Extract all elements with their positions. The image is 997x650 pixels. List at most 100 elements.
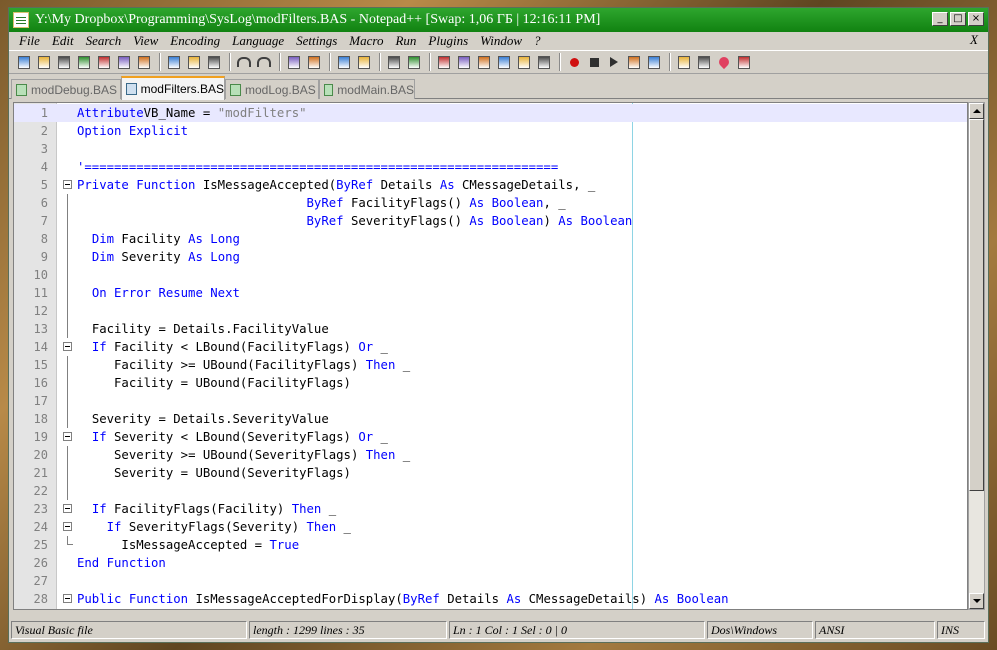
save-icon[interactable] [55, 53, 73, 71]
code-line[interactable]: 28 Public Function IsMessageAcceptedForDi… [14, 590, 967, 608]
code-line[interactable]: 19 If Severity < LBound(SeverityFlags) O… [14, 428, 967, 446]
paste-icon[interactable] [205, 53, 223, 71]
status-insert-mode[interactable]: INS [937, 621, 985, 639]
menu-window[interactable]: Window [474, 33, 528, 49]
find-icon[interactable] [285, 53, 303, 71]
sync-h-icon[interactable] [405, 53, 423, 71]
code-editor[interactable]: 1 AttributeVB_Name = "modFilters" 2 Option … [13, 102, 968, 610]
sync-v-icon[interactable] [385, 53, 403, 71]
menu-file[interactable]: File [9, 33, 46, 49]
code-line[interactable]: 20 Severity >= UBound(SeverityFlags) The… [14, 446, 967, 464]
fold-toggle-minus-icon[interactable] [63, 522, 72, 531]
fold-toggle-minus-icon[interactable] [63, 180, 72, 189]
status-encoding[interactable]: ANSI [815, 621, 935, 639]
redo-icon[interactable] [255, 53, 273, 71]
status-eol-format[interactable]: Dos\Windows [707, 621, 813, 639]
code-text: If Facility < LBound(FacilityFlags) Or _ [77, 338, 388, 356]
menu-encoding[interactable]: Encoding [164, 33, 226, 49]
menu-edit[interactable]: Edit [46, 33, 80, 49]
code-line[interactable]: 24 If SeverityFlags(Severity) Then _ [14, 518, 967, 536]
copy-icon[interactable] [185, 53, 203, 71]
code-line[interactable]: 1 AttributeVB_Name = "modFilters" [14, 104, 967, 122]
code-line[interactable]: 15 Facility >= UBound(FacilityFlags) The… [14, 356, 967, 374]
menu-macro[interactable]: Macro [343, 33, 389, 49]
indent-guide-icon[interactable] [475, 53, 493, 71]
fold-toggle-minus-icon[interactable] [63, 504, 72, 513]
fold-toggle-minus-icon[interactable] [63, 594, 72, 603]
menu-run[interactable]: Run [389, 33, 422, 49]
user-lang-icon[interactable] [495, 53, 513, 71]
menu-help[interactable]: ? [528, 33, 547, 49]
code-line[interactable]: 10 [14, 266, 967, 284]
plugin-icon[interactable] [735, 53, 753, 71]
replace-icon[interactable] [305, 53, 323, 71]
save-all-icon[interactable] [75, 53, 93, 71]
code-line[interactable]: 26 End Function [14, 554, 967, 572]
fold-guide [67, 284, 68, 302]
show-all-chars-icon[interactable] [455, 53, 473, 71]
code-line[interactable]: 21 Severity = UBound(SeverityFlags) [14, 464, 967, 482]
code-token: Facility < LBound(FacilityFlags) [106, 340, 359, 354]
code-line[interactable]: 14 If Facility < LBound(FacilityFlags) O… [14, 338, 967, 356]
stop-macro-icon[interactable] [585, 53, 603, 71]
code-line[interactable]: 13 Facility = Details.FacilityValue [14, 320, 967, 338]
close-button[interactable]: × [968, 12, 984, 26]
scroll-thumb[interactable] [969, 119, 984, 491]
fold-toggle-minus-icon[interactable] [63, 432, 72, 441]
zoom-in-icon[interactable] [335, 53, 353, 71]
code-line[interactable]: 17 [14, 392, 967, 410]
scroll-down-button[interactable] [969, 593, 984, 609]
code-line[interactable]: 11 On Error Resume Next [14, 284, 967, 302]
code-line[interactable]: 8 Dim Facility As Long [14, 230, 967, 248]
tab-modfilters-bas[interactable]: modFilters.BAS [121, 76, 225, 100]
menu-settings[interactable]: Settings [290, 33, 343, 49]
code-line[interactable]: 23 If FacilityFlags(Facility) Then _ [14, 500, 967, 518]
favorites-icon[interactable] [715, 53, 733, 71]
record-macro-icon[interactable] [565, 53, 583, 71]
tab-modlog-bas[interactable]: modLog.BAS [225, 79, 319, 99]
open-file-icon[interactable] [35, 53, 53, 71]
minimize-button[interactable]: _ [932, 12, 948, 26]
code-line[interactable]: 3 [14, 140, 967, 158]
close-icon[interactable] [95, 53, 113, 71]
code-line[interactable]: 9 Dim Severity As Long [14, 248, 967, 266]
fold-toggle-minus-icon[interactable] [63, 342, 72, 351]
code-line[interactable]: 22 [14, 482, 967, 500]
code-line[interactable]: 25 IsMessageAccepted = True [14, 536, 967, 554]
doc-monitor-icon[interactable] [695, 53, 713, 71]
code-line[interactable]: 12 [14, 302, 967, 320]
code-line[interactable]: 27 [14, 572, 967, 590]
doc-map-icon[interactable] [515, 53, 533, 71]
code-line[interactable]: 7 ByRef SeverityFlags() As Boolean) As B… [14, 212, 967, 230]
zoom-out-icon[interactable] [355, 53, 373, 71]
print-icon[interactable] [135, 53, 153, 71]
menu-search[interactable]: Search [80, 33, 128, 49]
code-line[interactable]: 5 Private Function IsMessageAccepted(ByRe… [14, 176, 967, 194]
spellcheck-icon[interactable] [675, 53, 693, 71]
code-line[interactable]: 18 Severity = Details.SeverityValue [14, 410, 967, 428]
menu-language[interactable]: Language [226, 33, 290, 49]
menu-view[interactable]: View [127, 33, 164, 49]
play-macro-icon[interactable] [605, 53, 623, 71]
tab-moddebug-bas[interactable]: modDebug.BAS [11, 79, 121, 99]
close-all-icon[interactable] [115, 53, 133, 71]
word-wrap-icon[interactable] [435, 53, 453, 71]
menu-plugins[interactable]: Plugins [422, 33, 474, 49]
function-list-icon[interactable] [535, 53, 553, 71]
code-line[interactable]: 4 '======================================… [14, 158, 967, 176]
code-line[interactable]: 16 Facility = UBound(FacilityFlags) [14, 374, 967, 392]
scroll-up-button[interactable] [969, 103, 984, 119]
maximize-button[interactable]: □ [950, 12, 966, 26]
code-line[interactable]: 2 Option Explicit [14, 122, 967, 140]
save-macro-icon[interactable] [645, 53, 663, 71]
cut-icon[interactable] [165, 53, 183, 71]
undo-icon[interactable] [235, 53, 253, 71]
tab-modmain-bas[interactable]: modMain.BAS [319, 79, 415, 99]
run-macro-multiple-icon[interactable] [625, 53, 643, 71]
title-bar[interactable]: Y:\My Dropbox\Programming\SysLog\modFilt… [9, 8, 988, 32]
vertical-scrollbar[interactable] [968, 102, 985, 610]
close-document-button[interactable]: X [970, 32, 978, 48]
new-file-icon[interactable] [15, 53, 33, 71]
code-line[interactable]: 6 ByRef FacilityFlags() As Boolean, _ [14, 194, 967, 212]
notepad-app-icon[interactable] [13, 12, 29, 28]
